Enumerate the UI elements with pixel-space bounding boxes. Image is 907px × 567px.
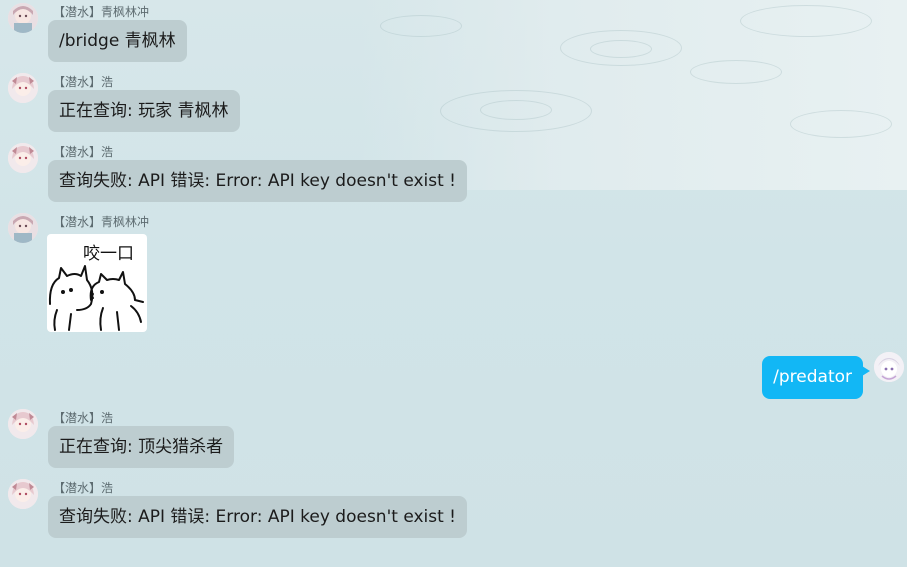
self-avatar[interactable] [874, 352, 904, 382]
avatar-icon [8, 409, 38, 439]
sender-name: 【潜水】青枫林冲 [53, 5, 150, 19]
sender-name: 【潜水】浩 [53, 145, 114, 159]
avatar-icon [8, 3, 38, 33]
avatar-icon [8, 73, 38, 103]
user-avatar[interactable] [8, 73, 38, 103]
message-bubble-self[interactable]: /predator [762, 356, 870, 399]
message-bubble[interactable]: /bridge 青枫林 [48, 20, 187, 62]
avatar-icon [8, 143, 38, 173]
cat-bite-drawing [48, 265, 144, 331]
sender-name: 【潜水】浩 [53, 75, 114, 89]
message-bubble[interactable]: 查询失败: API 错误: Error: API key doesn't exi… [48, 160, 468, 202]
user-avatar[interactable] [8, 3, 38, 33]
avatar-icon [874, 352, 904, 382]
message-bubble[interactable]: 查询失败: API 错误: Error: API key doesn't exi… [48, 496, 468, 538]
message-bubble[interactable]: 正在查询: 顶尖猎杀者 [48, 426, 235, 468]
message-bubble[interactable]: 正在查询: 玩家 青枫林 [48, 90, 240, 132]
user-avatar[interactable] [8, 213, 38, 243]
sender-name: 【潜水】青枫林冲 [53, 215, 150, 229]
user-avatar[interactable] [8, 409, 38, 439]
sticker-image[interactable]: 咬一口 [47, 234, 147, 332]
avatar-icon [8, 213, 38, 243]
sender-name: 【潜水】浩 [53, 411, 114, 425]
sender-name: 【潜水】浩 [53, 481, 114, 495]
user-avatar[interactable] [8, 143, 38, 173]
avatar-icon [8, 479, 38, 509]
user-avatar[interactable] [8, 479, 38, 509]
